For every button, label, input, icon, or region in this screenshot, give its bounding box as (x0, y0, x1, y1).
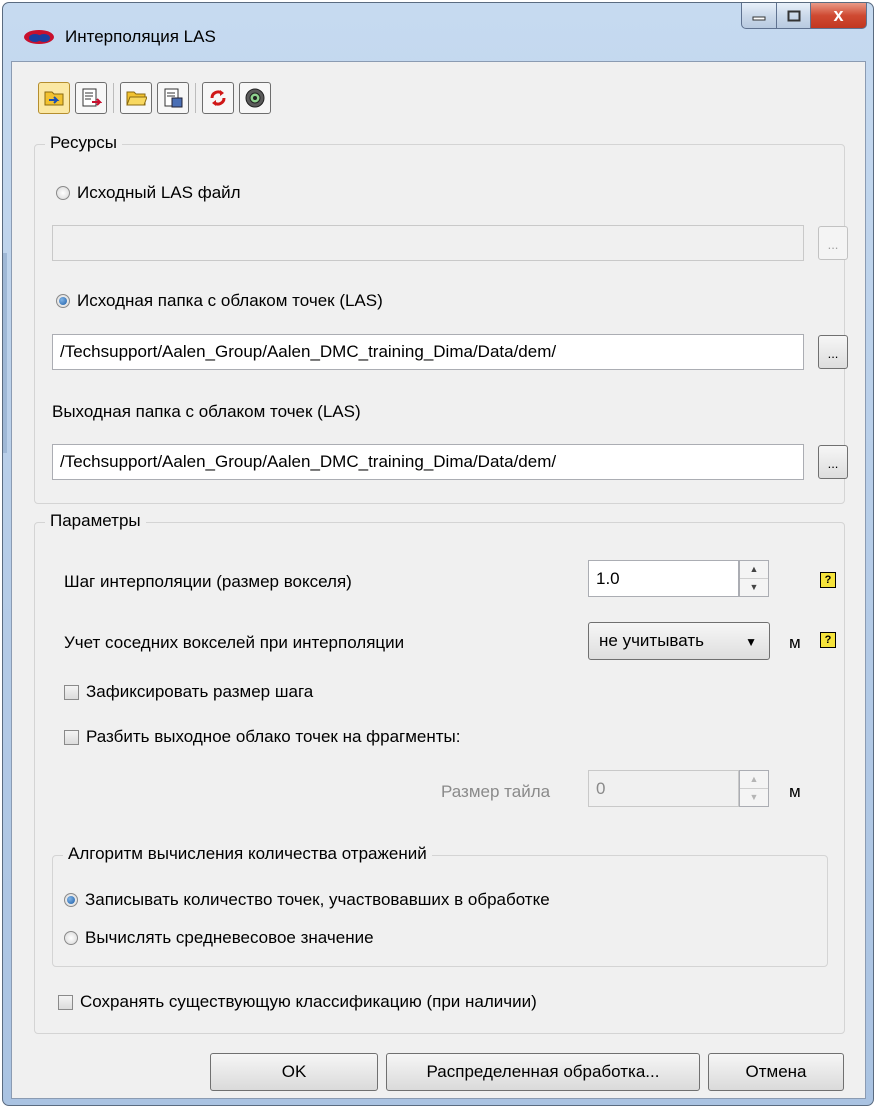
window-title: Интерполяция LAS (65, 27, 216, 46)
maximize-button[interactable] (777, 3, 811, 29)
spin-up-icon[interactable]: ▲ (740, 561, 768, 579)
step-help-icon[interactable]: ? (820, 572, 836, 588)
output-folder-label: Выходная папка с облаком точек (LAS) (52, 402, 361, 421)
save-settings-icon (82, 88, 102, 107)
neighbors-help-icon[interactable]: ? (820, 632, 836, 648)
output-folder-browse-button[interactable]: ... (818, 445, 848, 479)
maximize-icon (787, 10, 800, 21)
resources-group-title: Ресурсы (45, 133, 123, 153)
algorithm-group: Алгоритм вычисления количества отражений (52, 844, 828, 967)
step-label: Шаг интерполяции (размер вокселя) (64, 572, 352, 591)
toolbar-separator (195, 83, 196, 113)
spin-up-icon[interactable]: ▲ (740, 771, 768, 789)
source-folder-radio[interactable]: Исходная папка с облаком точек (LAS) (56, 291, 383, 311)
neighbors-select-value: не учитывать (599, 631, 704, 650)
step-spinner[interactable]: ▲ ▼ (739, 560, 769, 597)
fix-step-label: Зафиксировать размер шага (86, 682, 314, 701)
open-folder-icon (126, 91, 147, 106)
default-settings-icon (245, 88, 265, 108)
source-file-radio-indicator[interactable] (56, 186, 70, 200)
close-button[interactable]: x (811, 3, 867, 29)
tile-size-label: Размер тайла (441, 782, 551, 801)
toolbar (38, 80, 276, 116)
source-file-label: Исходный LAS файл (77, 183, 241, 202)
output-folder-input[interactable] (52, 444, 804, 480)
count-points-radio[interactable]: Записывать количество точек, участвовавш… (64, 890, 550, 910)
load-settings-icon (44, 91, 64, 106)
neighbors-label: Учет соседних вокселей при интерполяции (64, 633, 405, 652)
split-checkbox[interactable]: Разбить выходное облако точек на фрагмен… (64, 727, 461, 747)
algorithm-group-title: Алгоритм вычисления количества отражений (63, 844, 432, 864)
ok-button[interactable]: OK (210, 1053, 378, 1091)
distributed-processing-button[interactable]: Распределенная обработка... (386, 1053, 700, 1091)
reset-button[interactable] (202, 82, 234, 114)
dialog-body: Ресурсы Исходный LAS файл ... Исходная п… (11, 61, 866, 1099)
step-input[interactable] (588, 560, 739, 597)
parameters-group-title: Параметры (45, 511, 146, 531)
load-settings-button[interactable] (38, 82, 70, 114)
weighted-average-radio-indicator[interactable] (64, 931, 78, 945)
keep-classification-checkbox[interactable]: Сохранять существующую классификацию (пр… (58, 992, 537, 1012)
default-settings-button[interactable] (239, 82, 271, 114)
source-folder-radio-indicator[interactable] (56, 294, 70, 308)
title-bar[interactable]: Интерполяция LAS x (3, 3, 873, 61)
window-edge-accent (3, 253, 7, 453)
open-folder-button[interactable] (120, 82, 152, 114)
source-folder-browse-button[interactable]: ... (818, 335, 848, 369)
app-icon (24, 30, 54, 44)
fix-step-checkbox-box[interactable] (64, 684, 79, 700)
reset-icon (210, 90, 226, 106)
weighted-average-label: Вычислять средневесовое значение (85, 928, 374, 947)
dialog-window: Интерполяция LAS x Ресурсы Исходный LAS … (2, 2, 874, 1106)
split-label: Разбить выходное облако точек на фрагмен… (86, 727, 461, 746)
spin-down-icon[interactable]: ▼ (740, 789, 768, 807)
minimize-button[interactable] (741, 3, 777, 29)
spin-down-icon[interactable]: ▼ (740, 579, 768, 597)
minimize-icon (752, 16, 766, 20)
close-icon: x (833, 5, 844, 25)
keep-classification-checkbox-box[interactable] (58, 994, 73, 1010)
toolbar-separator (113, 83, 114, 113)
tile-size-spinner[interactable]: ▲ ▼ (739, 770, 769, 807)
weighted-average-radio[interactable]: Вычислять средневесовое значение (64, 928, 374, 948)
count-points-radio-indicator[interactable] (64, 893, 78, 907)
source-file-browse-button[interactable]: ... (818, 226, 848, 260)
keep-classification-label: Сохранять существующую классификацию (пр… (80, 992, 537, 1011)
save-as-icon (164, 88, 183, 108)
caption-buttons: x (741, 3, 867, 32)
source-folder-label: Исходная папка с облаком точек (LAS) (77, 291, 383, 310)
tile-size-input[interactable] (588, 770, 739, 807)
source-folder-input[interactable] (52, 334, 804, 370)
source-file-input[interactable] (52, 225, 804, 261)
cancel-button[interactable]: Отмена (708, 1053, 844, 1091)
count-points-label: Записывать количество точек, участвовавш… (85, 890, 550, 909)
chevron-down-icon: ▼ (745, 635, 757, 649)
save-settings-button[interactable] (75, 82, 107, 114)
split-checkbox-box[interactable] (64, 729, 79, 745)
source-file-radio[interactable]: Исходный LAS файл (56, 183, 241, 203)
neighbors-unit: м (789, 633, 801, 652)
save-as-button[interactable] (157, 82, 189, 114)
fix-step-checkbox[interactable]: Зафиксировать размер шага (64, 682, 313, 702)
neighbors-select[interactable]: не учитывать ▼ (588, 622, 770, 660)
tile-size-unit: м (789, 782, 801, 801)
